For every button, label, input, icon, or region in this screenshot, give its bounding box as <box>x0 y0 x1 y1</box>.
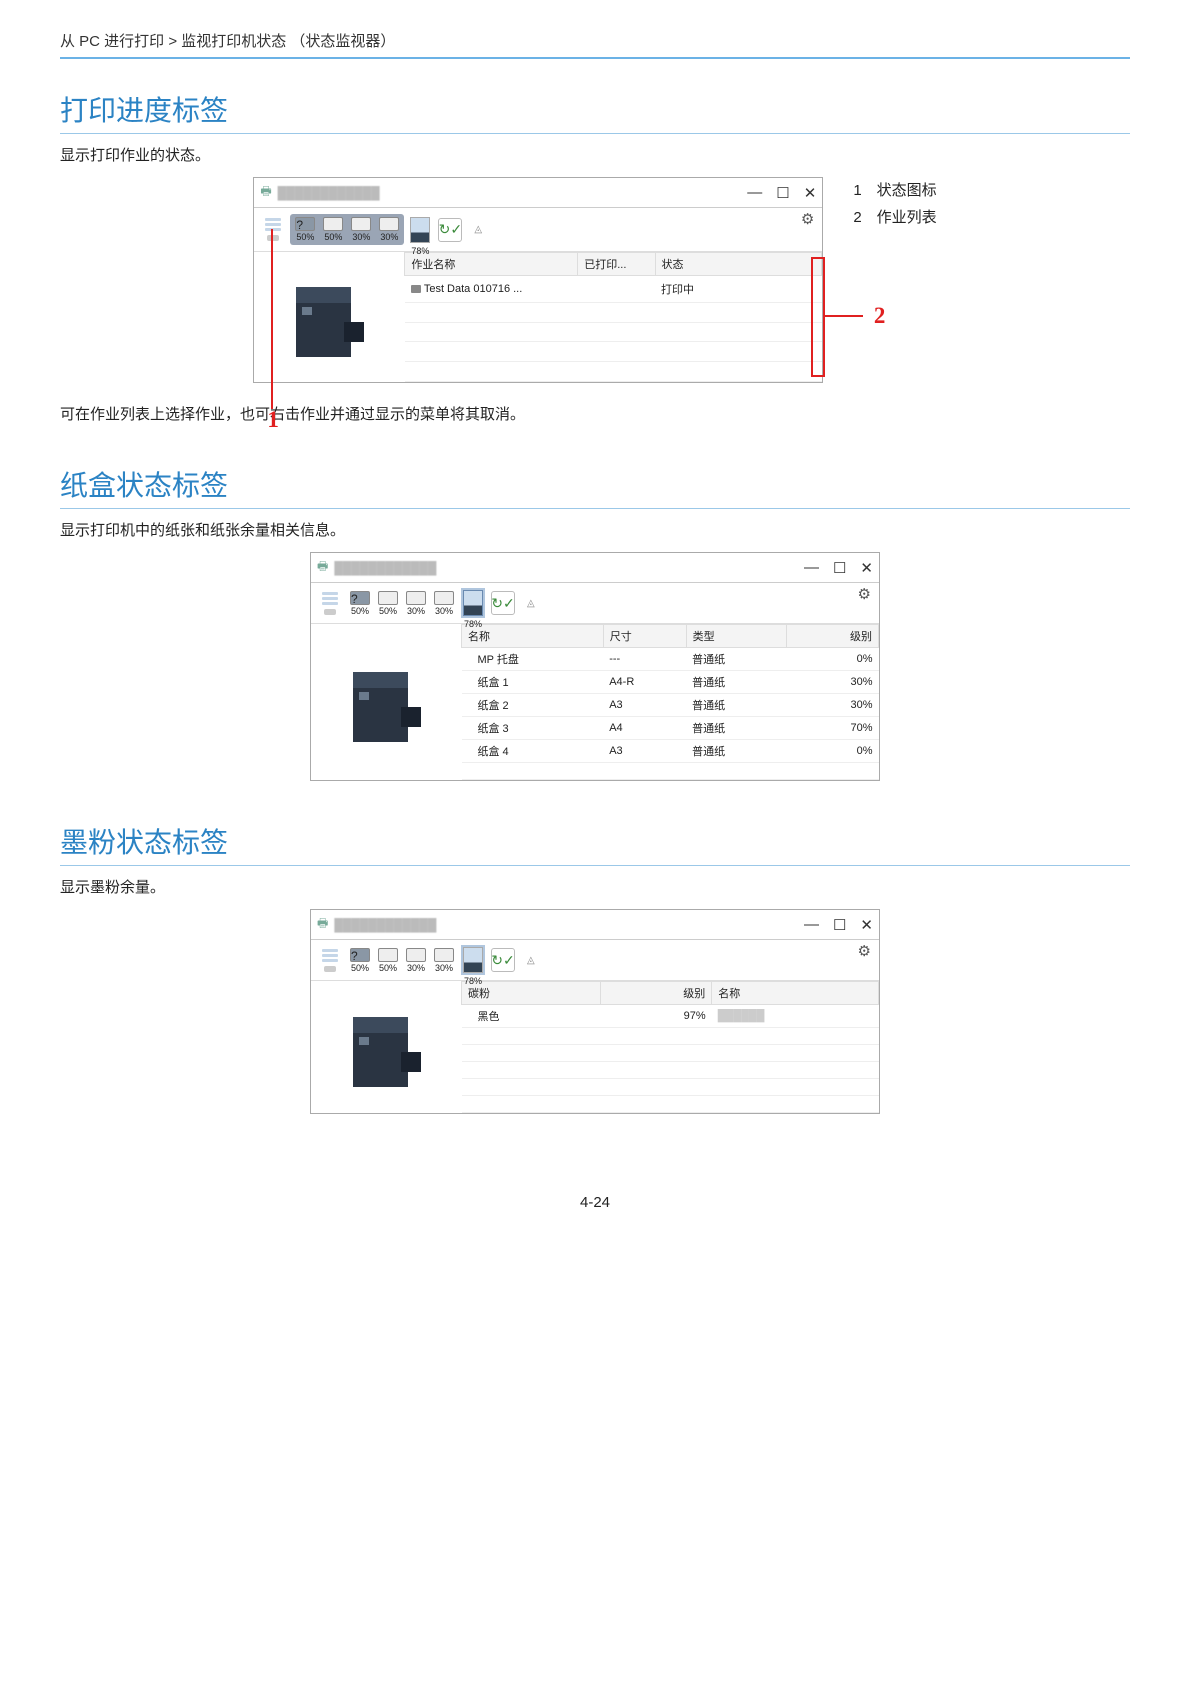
stack-icon[interactable] <box>262 216 284 244</box>
maximize-icon[interactable]: ☐ <box>776 184 789 202</box>
col-level: 级别 <box>787 625 879 648</box>
toner-gauge[interactable]: 78% <box>463 947 483 973</box>
tray-2[interactable]: 50% <box>320 216 346 243</box>
gear-icon[interactable]: ⚙ <box>801 210 814 228</box>
legend-item-2: 2 作业列表 <box>853 206 936 227</box>
close-icon[interactable]: ✕ <box>860 916 873 934</box>
callout-frame-2 <box>811 257 825 377</box>
tray-1[interactable]: ?50% <box>347 947 373 974</box>
stack-icon[interactable] <box>319 589 341 617</box>
collapse-icon[interactable]: ◬ <box>527 955 535 966</box>
tray-3[interactable]: 30% <box>348 216 374 243</box>
stack-icon[interactable] <box>319 946 341 974</box>
tray-4[interactable]: 30% <box>431 947 457 974</box>
col-type: 类型 <box>686 625 787 648</box>
col-status: 状态 <box>655 253 822 276</box>
callout-line-2 <box>823 315 863 317</box>
toner-gauge[interactable]: 78% <box>463 590 483 616</box>
tray-4[interactable]: 30% <box>376 216 402 243</box>
window-title-blur: ████████████ <box>278 186 380 200</box>
app-icon: 🖶 <box>317 914 328 935</box>
app-icon: 🖶 <box>260 182 271 203</box>
printer-image <box>254 252 404 382</box>
col-job-name: 作业名称 <box>405 253 578 276</box>
callout-line-1 <box>271 229 273 409</box>
window-toner-status: 🖶 ████████████ — ☐ ✕ ⚙ <box>310 909 880 1114</box>
gear-icon[interactable]: ⚙ <box>858 942 871 960</box>
window-tray-status: 🖶 ████████████ — ☐ ✕ ⚙ <box>310 552 880 781</box>
tray-3[interactable]: 30% <box>403 590 429 617</box>
heading-print-progress: 打印进度标签 <box>60 89 1130 134</box>
collapse-icon[interactable]: ◬ <box>527 598 535 609</box>
close-icon[interactable]: ✕ <box>804 184 817 202</box>
col-name: 名称 <box>712 982 879 1005</box>
table-row[interactable]: 纸盒 4A3普通纸0% <box>462 740 879 763</box>
desc-print-progress: 显示打印作业的状态。 <box>60 144 1130 165</box>
page-number: 4-24 <box>60 1194 1130 1211</box>
table-row[interactable]: 纸盒 1A4-R普通纸30% <box>462 671 879 694</box>
maximize-icon[interactable]: ☐ <box>833 916 846 934</box>
refresh-icon[interactable]: ↻✓ <box>491 591 515 615</box>
legend: 1 状态图标 2 作业列表 <box>853 179 936 383</box>
tray-1[interactable]: ?50% <box>347 590 373 617</box>
desc-tray-status: 显示打印机中的纸张和纸张余量相关信息。 <box>60 519 1130 540</box>
minimize-icon[interactable]: — <box>804 559 819 577</box>
table-row[interactable]: 纸盒 2A3普通纸30% <box>462 694 879 717</box>
col-toner: 碳粉 <box>462 982 601 1005</box>
refresh-icon[interactable]: ↻✓ <box>491 948 515 972</box>
breadcrumb: 从 PC 进行打印 > 监视打印机状态 （状态监视器） <box>60 30 1130 51</box>
document-icon <box>411 285 421 293</box>
window-print-progress: 🖶 ████████████ — ☐ ✕ ⚙ <box>253 177 823 383</box>
tray-1[interactable]: ?50% <box>292 216 318 243</box>
tray-table: 名称 尺寸 类型 级别 MP 托盘---普通纸0% 纸盒 1A4-R普通纸30%… <box>461 624 879 780</box>
toner-table: 碳粉 级别 名称 黑色 97% ██████ <box>461 981 879 1113</box>
close-icon[interactable]: ✕ <box>860 559 873 577</box>
printer-image <box>311 624 461 780</box>
minimize-icon[interactable]: — <box>804 916 819 934</box>
toner-gauge[interactable]: 78% <box>410 217 430 243</box>
printer-image <box>311 981 461 1113</box>
minimize-icon[interactable]: — <box>747 184 762 202</box>
table-row[interactable]: 黑色 97% ██████ <box>462 1005 879 1028</box>
gear-icon[interactable]: ⚙ <box>858 585 871 603</box>
callout-number-2: 2 <box>874 303 886 329</box>
window-title-blur: ████████████ <box>334 918 436 932</box>
app-icon: 🖶 <box>317 557 328 578</box>
tray-3[interactable]: 30% <box>403 947 429 974</box>
maximize-icon[interactable]: ☐ <box>833 559 846 577</box>
col-size: 尺寸 <box>603 625 686 648</box>
col-name: 名称 <box>462 625 604 648</box>
window-title-blur: ████████████ <box>334 561 436 575</box>
tray-2[interactable]: 50% <box>375 590 401 617</box>
table-row[interactable]: MP 托盘---普通纸0% <box>462 648 879 671</box>
tray-4[interactable]: 30% <box>431 590 457 617</box>
heading-tray-status: 纸盒状态标签 <box>60 464 1130 509</box>
divider <box>60 57 1130 59</box>
tray-2[interactable]: 50% <box>375 947 401 974</box>
col-printed: 已打印... <box>578 253 655 276</box>
table-row[interactable]: 纸盒 3A4普通纸70% <box>462 717 879 740</box>
legend-item-1: 1 状态图标 <box>853 179 936 200</box>
callout-number-1: 1 <box>267 407 279 433</box>
collapse-icon[interactable]: ◬ <box>474 224 482 235</box>
job-list-table[interactable]: 作业名称 已打印... 状态 Test Data 010716 ... 打印中 <box>404 252 822 382</box>
note-job-list: 可在作业列表上选择作业，也可右击作业并通过显示的菜单将其取消。 <box>60 403 1130 424</box>
heading-toner-status: 墨粉状态标签 <box>60 821 1130 866</box>
refresh-icon[interactable]: ↻✓ <box>438 218 462 242</box>
desc-toner-status: 显示墨粉余量。 <box>60 876 1130 897</box>
col-level: 级别 <box>601 982 712 1005</box>
table-row[interactable]: Test Data 010716 ... 打印中 <box>405 276 822 303</box>
